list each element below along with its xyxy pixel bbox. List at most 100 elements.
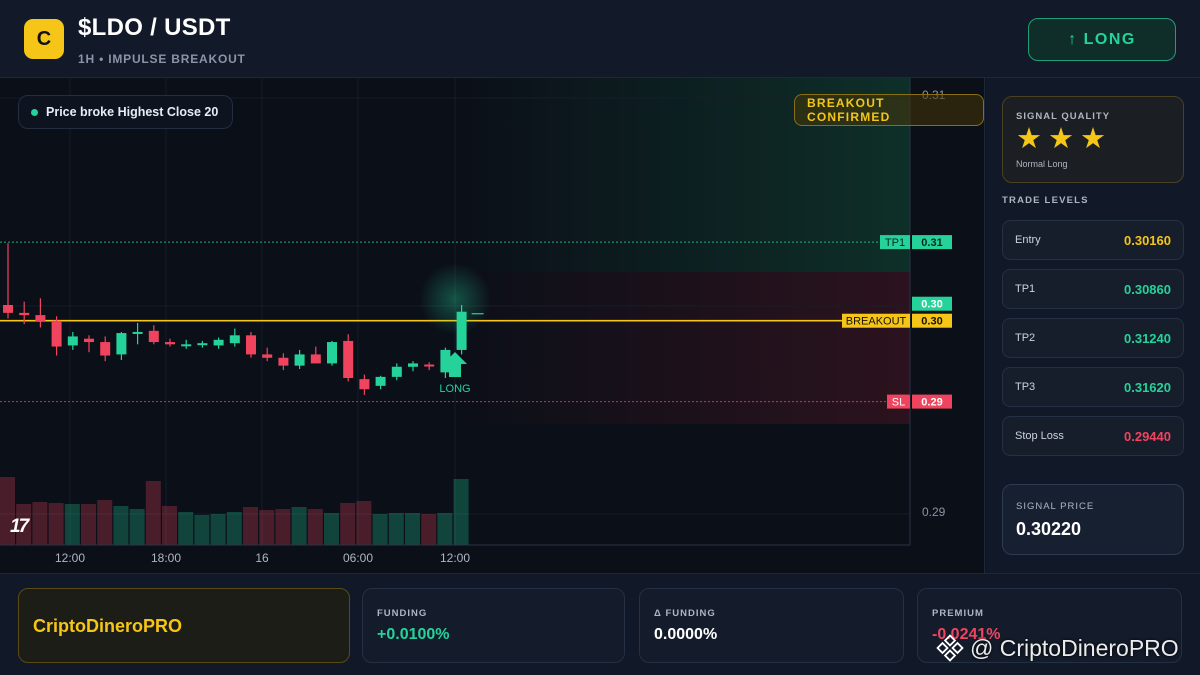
candle-body bbox=[181, 344, 192, 347]
star-icon: ★ bbox=[1016, 123, 1042, 155]
volume-bar bbox=[437, 513, 453, 545]
star-icon: ★ bbox=[1048, 123, 1074, 155]
volume-bar bbox=[64, 504, 80, 545]
chart-panel[interactable]: LONG 0.310.300.29 12:0018:001606:0012:00… bbox=[0, 78, 985, 573]
star-rating: ★ ★ ★ bbox=[1016, 123, 1106, 155]
long-marker-label: LONG bbox=[439, 383, 470, 395]
candle-body bbox=[294, 354, 305, 366]
tradingview-logo-icon[interactable]: 17 bbox=[10, 516, 29, 538]
volume-bar bbox=[307, 509, 323, 545]
volume-bar bbox=[259, 510, 275, 545]
volume-bar bbox=[453, 479, 469, 545]
volume-bar bbox=[275, 509, 291, 545]
candle-body bbox=[84, 338, 94, 343]
volume-bar bbox=[48, 503, 64, 545]
signal-sidebar: SIGNAL QUALITY ★ ★ ★ Normal Long TRADE L… bbox=[986, 78, 1200, 573]
trade-level-tp2: TP2 0.31240 bbox=[1002, 318, 1184, 358]
level-label: Stop Loss bbox=[1015, 430, 1064, 442]
signal-quality-card: SIGNAL QUALITY ★ ★ ★ Normal Long bbox=[1002, 96, 1184, 183]
long-button[interactable]: ↑ LONG bbox=[1028, 18, 1176, 61]
sl-tag-value-label: 0.29 bbox=[921, 397, 942, 409]
candle-body bbox=[229, 335, 240, 344]
volume-bar bbox=[32, 502, 48, 545]
candle-body bbox=[375, 376, 386, 386]
star-icon: ★ bbox=[1080, 123, 1106, 155]
volume-bar bbox=[324, 513, 339, 545]
brand-card: CriptoDineroPRO bbox=[18, 588, 350, 663]
candle-body bbox=[213, 339, 224, 346]
level-value: 0.31240 bbox=[1124, 330, 1171, 346]
signal-glow bbox=[419, 263, 491, 335]
candle-body bbox=[327, 342, 337, 364]
breakout-confirmed-badge: BREAKOUT CONFIRMED bbox=[794, 94, 984, 126]
volume-bar bbox=[145, 481, 161, 545]
candle-body bbox=[408, 363, 418, 367]
volume-bar bbox=[129, 509, 145, 545]
candle-body bbox=[359, 379, 370, 390]
candle-body bbox=[132, 331, 143, 334]
candle-body bbox=[100, 342, 111, 356]
time-tick-label: 12:00 bbox=[440, 551, 470, 565]
binance-icon bbox=[936, 634, 964, 662]
signal-price-title: SIGNAL PRICE bbox=[1016, 501, 1095, 512]
breakout-tag-value-label: 0.30 bbox=[921, 316, 942, 328]
watermark: @ CriptoDineroPRO bbox=[936, 634, 1179, 662]
app-logo: C bbox=[24, 19, 64, 59]
level-value: 0.31620 bbox=[1124, 379, 1171, 395]
pair-subtitle: 1H • IMPULSE BREAKOUT bbox=[78, 52, 246, 66]
header: C $LDO / USDT 1H • IMPULSE BREAKOUT ↑ LO… bbox=[0, 0, 1200, 78]
volume-bar bbox=[388, 513, 404, 545]
candle-body bbox=[35, 315, 46, 322]
delta-funding-title: Δ FUNDING bbox=[654, 608, 716, 619]
candle-body bbox=[3, 305, 13, 313]
candle-body bbox=[246, 335, 256, 355]
level-value: 0.30160 bbox=[1124, 232, 1171, 248]
signal-quality-subtitle: Normal Long bbox=[1016, 159, 1068, 169]
time-tick-label: 16 bbox=[255, 551, 269, 565]
funding-title: FUNDING bbox=[377, 608, 428, 619]
candle-body bbox=[19, 312, 30, 316]
candle-body bbox=[343, 340, 354, 378]
volume-bar bbox=[421, 514, 437, 545]
last-price-tag-value-label: 0.30 bbox=[921, 299, 942, 311]
candle-body bbox=[310, 354, 321, 364]
candle-body bbox=[148, 330, 159, 343]
signal-price-value: 0.30220 bbox=[1016, 519, 1082, 539]
candle-body bbox=[456, 311, 467, 350]
volume-bar bbox=[372, 514, 388, 545]
candle-body bbox=[165, 342, 175, 345]
sl-tag-name-label: SL bbox=[892, 397, 905, 409]
status-dot bbox=[31, 108, 38, 116]
candle-body bbox=[51, 320, 62, 347]
price-tick-label: 0.29 bbox=[922, 505, 946, 519]
candle-body bbox=[391, 366, 402, 377]
premium-title: PREMIUM bbox=[932, 608, 984, 619]
candle-body bbox=[262, 354, 273, 358]
funding-card: FUNDING +0.0100% bbox=[362, 588, 625, 663]
trade-level-tp1: TP1 0.30860 bbox=[1002, 269, 1184, 309]
candle-body bbox=[67, 336, 78, 346]
level-value: 0.30860 bbox=[1124, 281, 1171, 297]
volume-bar bbox=[340, 503, 356, 545]
trade-levels-title: TRADE LEVELS bbox=[1002, 195, 1089, 206]
indicator-legend: Price broke Highest Close 20 bbox=[18, 95, 234, 129]
level-value: 0.29440 bbox=[1124, 428, 1171, 444]
volume-bar bbox=[291, 507, 307, 545]
brand-name: CriptoDineroPRO bbox=[33, 616, 183, 636]
candlestick-chart[interactable]: LONG 0.310.300.29 12:0018:001606:0012:00… bbox=[0, 78, 985, 573]
volume-bar bbox=[162, 506, 177, 545]
watermark-text: @ CriptoDineroPRO bbox=[970, 634, 1179, 661]
tp1-tag-name-label: TP1 bbox=[885, 237, 905, 249]
volume-bar bbox=[405, 513, 420, 545]
time-tick-label: 12:00 bbox=[55, 551, 85, 565]
trade-level-stop-loss: Stop Loss 0.29440 bbox=[1002, 416, 1184, 456]
candle-body bbox=[424, 364, 435, 367]
time-tick-label: 06:00 bbox=[343, 551, 373, 565]
candle-body bbox=[197, 343, 208, 346]
time-scale[interactable]: 12:00 18:00 16 06:00 12:00 bbox=[55, 551, 470, 565]
level-label: TP1 bbox=[1015, 283, 1036, 295]
candle-body bbox=[116, 333, 127, 355]
funding-value: +0.0100% bbox=[377, 626, 450, 643]
time-tick-label: 18:00 bbox=[151, 551, 181, 565]
delta-funding-card: Δ FUNDING 0.0000% bbox=[639, 588, 904, 663]
